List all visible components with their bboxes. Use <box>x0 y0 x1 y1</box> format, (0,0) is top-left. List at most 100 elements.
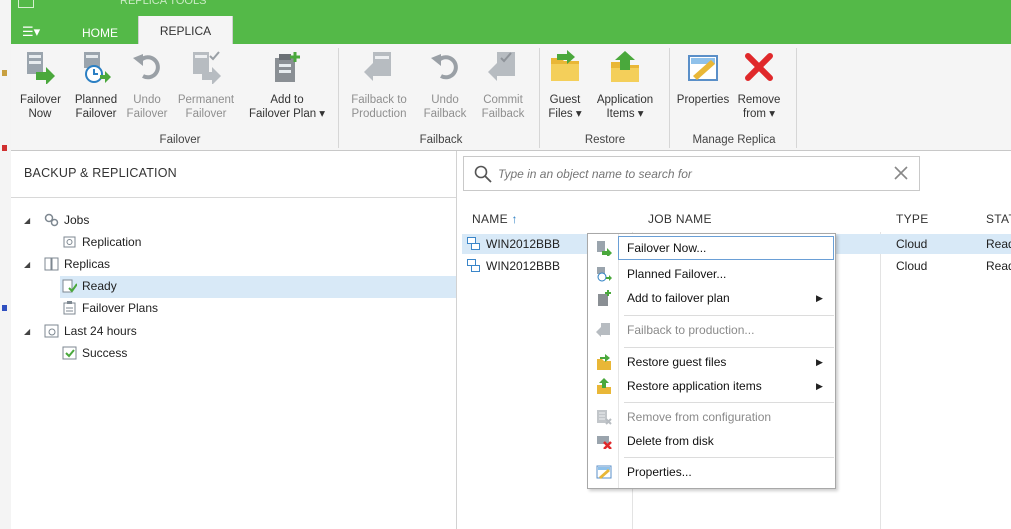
type-cell: Cloud <box>896 237 928 251</box>
undo-failover-icon <box>133 54 160 80</box>
menu-item-failover-now[interactable]: Failover Now... <box>588 236 835 260</box>
ribbon-separator <box>669 48 670 148</box>
replication-job-icon <box>63 236 76 248</box>
tab-replica[interactable]: REPLICA <box>138 16 233 44</box>
tree-item-ready[interactable]: Ready <box>24 276 444 297</box>
menu-item-add-to-failover-plan[interactable]: Add to failover plan ▶ <box>588 286 835 310</box>
application-items-icon <box>611 51 639 82</box>
failover-now-icon <box>597 241 612 256</box>
submenu-arrow-icon: ▶ <box>816 357 823 367</box>
properties-icon <box>596 465 612 479</box>
ribbon-separator <box>338 48 339 148</box>
planned-failover-icon <box>597 267 612 282</box>
context-menu: Failover Now... Planned Failover... Add … <box>587 233 836 489</box>
status-cell: Read <box>986 259 1011 273</box>
failover-now-icon <box>27 52 55 84</box>
tree-item-success[interactable]: Success <box>24 343 444 364</box>
group-label-failover: Failover <box>159 134 201 146</box>
replicas-icon <box>44 257 59 271</box>
guest-files-icon <box>551 50 579 81</box>
column-header-type[interactable]: TYPE <box>896 212 929 226</box>
menu-separator <box>624 402 834 403</box>
restore-guest-files-icon <box>597 354 611 370</box>
search-icon <box>474 165 492 183</box>
undo-failback-button[interactable]: Undo Failback <box>421 44 469 132</box>
submenu-arrow-icon: ▶ <box>816 293 823 303</box>
vm-icon <box>467 237 480 250</box>
navigation-pane-title: BACKUP & REPLICATION <box>24 166 177 180</box>
sort-ascending-icon: ↑ <box>511 212 518 226</box>
permanent-failover-button[interactable]: Permanent Failover <box>173 44 239 132</box>
vm-name-cell: WIN2012BBB <box>486 237 561 251</box>
remove-icon <box>745 53 773 81</box>
failover-now-button[interactable]: Failover Now <box>20 44 61 132</box>
properties-button[interactable]: Properties <box>673 44 733 132</box>
tree-item-label: Replicas <box>64 257 111 271</box>
success-icon <box>62 346 77 360</box>
failover-plans-icon <box>63 301 76 315</box>
commit-failback-icon <box>488 52 515 81</box>
menu-item-delete-from-disk[interactable]: Delete from disk <box>588 429 835 453</box>
tree-item-label: Failover Plans <box>82 301 159 315</box>
menu-separator <box>624 315 834 316</box>
last-24-hours-icon <box>44 324 59 338</box>
commit-failback-button[interactable]: Commit Failback <box>473 44 533 132</box>
planned-failover-button[interactable]: Planned Failover <box>71 44 121 132</box>
tree-item-last-24-hours[interactable]: ◢ Last 24 hours <box>24 321 444 342</box>
column-header-job-name[interactable]: JOB NAME <box>648 212 712 226</box>
status-cell: Read <box>986 237 1011 251</box>
remove-from-button[interactable]: Remove from ▾ <box>733 44 785 132</box>
menu-item-remove-from-configuration[interactable]: Remove from configuration <box>588 405 835 429</box>
add-to-failover-plan-button[interactable]: Add to Failover Plan ▾ <box>249 44 325 132</box>
add-to-plan-icon <box>598 290 611 306</box>
delete-disk-icon <box>597 436 612 449</box>
tree-item-label: Success <box>82 346 128 360</box>
clear-search-icon[interactable] <box>892 164 910 182</box>
expand-arrow-icon[interactable]: ◢ <box>24 254 34 275</box>
add-to-failover-plan-icon <box>275 52 300 82</box>
main-menu-button[interactable]: ☰▾ <box>22 22 50 42</box>
search-input[interactable] <box>496 164 880 184</box>
tree-item-jobs[interactable]: ◢ Jobs <box>24 210 444 231</box>
group-label-restore: Restore <box>584 134 626 146</box>
failback-to-production-button[interactable]: Failback to Production <box>343 44 415 132</box>
tree-item-label: Ready <box>82 279 117 293</box>
failback-icon <box>596 323 610 337</box>
search-box[interactable] <box>463 156 920 191</box>
menu-item-failback-to-production[interactable]: Failback to production... <box>588 318 835 342</box>
tree-item-label: Last 24 hours <box>64 324 137 338</box>
vm-icon <box>467 259 480 272</box>
application-items-button[interactable]: Application Items ▾ <box>589 44 661 132</box>
menu-item-properties[interactable]: Properties... <box>588 460 835 484</box>
tab-home[interactable]: HOME <box>70 22 130 44</box>
tree-item-failover-plans[interactable]: Failover Plans <box>24 298 444 319</box>
tree-item-replication[interactable]: Replication <box>24 232 444 253</box>
submenu-arrow-icon: ▶ <box>816 381 823 391</box>
undo-failback-icon <box>431 54 458 80</box>
expand-arrow-icon[interactable]: ◢ <box>24 321 34 342</box>
menu-item-restore-guest-files[interactable]: Restore guest files ▶ <box>588 350 835 374</box>
group-label-failback: Failback <box>419 134 463 146</box>
ribbon-separator <box>539 48 540 148</box>
ribbon-separator <box>796 48 797 148</box>
menu-separator <box>624 457 834 458</box>
edge-mark-icon <box>2 305 7 311</box>
edge-mark-icon <box>2 70 7 76</box>
column-divider <box>880 232 881 529</box>
menu-item-planned-failover[interactable]: Planned Failover... <box>588 262 835 286</box>
menu-item-restore-application-items[interactable]: Restore application items ▶ <box>588 374 835 398</box>
expand-arrow-icon[interactable]: ◢ <box>24 210 34 231</box>
permanent-failover-icon <box>193 51 221 84</box>
guest-files-button[interactable]: Guest Files ▾ <box>543 44 587 132</box>
column-header-status[interactable]: STAT <box>986 212 1011 226</box>
ready-icon <box>62 279 77 293</box>
contextual-tools-title: REPLICA TOOLS <box>120 0 207 7</box>
jobs-icon <box>44 213 59 227</box>
tree-item-label: Replication <box>82 235 142 249</box>
divider <box>11 197 456 198</box>
undo-failover-button[interactable]: Undo Failover <box>123 44 171 132</box>
vm-name-cell: WIN2012BBB <box>486 259 561 273</box>
failback-icon <box>364 52 391 81</box>
column-header-name[interactable]: NAME ↑ <box>472 212 518 226</box>
tree-item-replicas[interactable]: ◢ Replicas <box>24 254 444 275</box>
